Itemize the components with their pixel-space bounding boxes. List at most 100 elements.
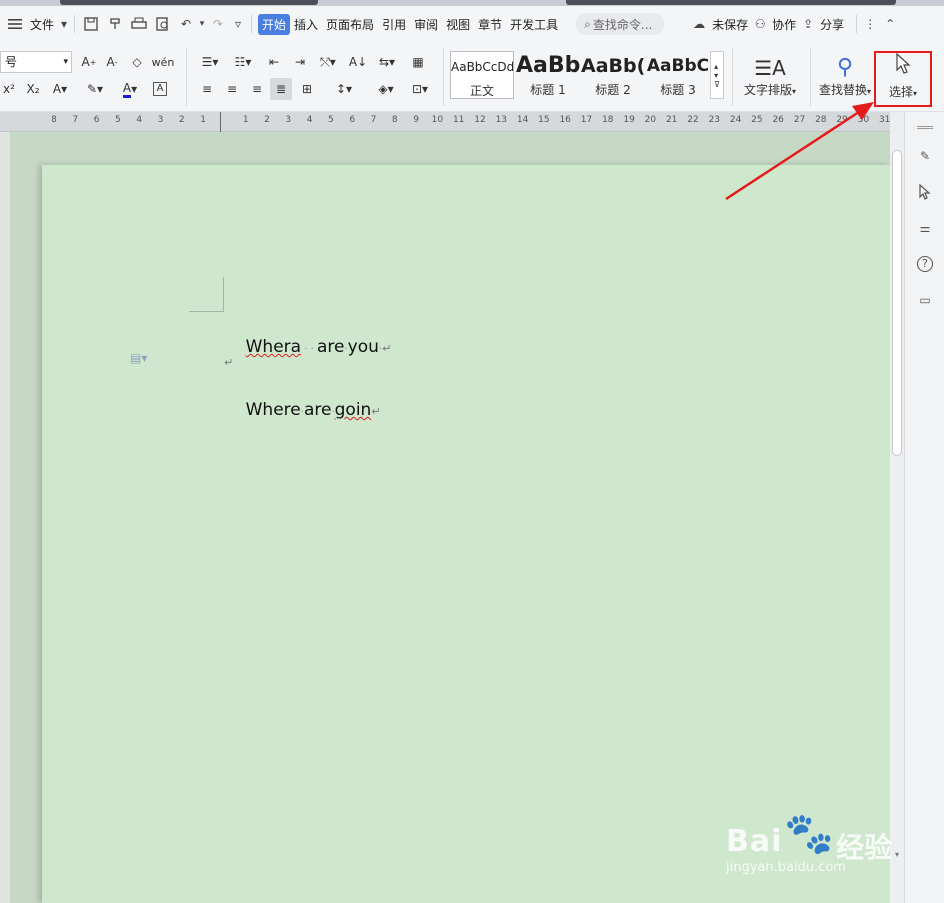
undo-icon[interactable]: ↶ bbox=[175, 13, 197, 35]
ruler-tick: 27 bbox=[793, 115, 806, 125]
undo-dropdown-icon[interactable]: ▾ bbox=[197, 13, 207, 35]
pen-icon[interactable]: ✎ bbox=[915, 146, 935, 166]
tab-insert[interactable]: 插入 bbox=[290, 16, 322, 33]
ruler-tick: 30 bbox=[857, 115, 870, 125]
find-replace-label: 查找替换 bbox=[818, 82, 867, 97]
document-line-1[interactable]: Whera · · are·you·↵ bbox=[224, 317, 392, 377]
right-sidebar: ✎ ⚌ ? ▭ bbox=[904, 112, 944, 903]
show-marks-icon[interactable]: ⇆▾ bbox=[373, 51, 401, 73]
tab-view[interactable]: 视图 bbox=[442, 16, 474, 33]
horizontal-ruler[interactable]: 8 7 6 5 4 3 2 1 1 2 3 4 5 6 7 8 9 10 11 12 13 14 15 16 17 18 19 20 2… bbox=[0, 112, 890, 132]
grow-font-icon[interactable]: A + bbox=[78, 51, 100, 73]
borders-icon[interactable]: ⊡▾ bbox=[405, 78, 435, 100]
hamburger-menu-icon[interactable] bbox=[4, 13, 26, 35]
search-icon: ⌕ bbox=[584, 16, 591, 31]
collapse-ribbon-icon[interactable]: ⌃ bbox=[879, 13, 901, 35]
styles-scroll[interactable]: ▴ ▾ ⊽ bbox=[710, 51, 724, 99]
justify-icon[interactable]: ≣ bbox=[270, 78, 292, 100]
tab-references[interactable]: 引用 bbox=[378, 16, 410, 33]
unsaved-status[interactable]: 未保存 bbox=[708, 16, 752, 33]
ruler-tick: 6 bbox=[93, 115, 100, 125]
sort-icon[interactable]: A↓ bbox=[347, 51, 369, 73]
print-preview-icon[interactable] bbox=[151, 13, 175, 35]
ruler-tick: 10 bbox=[431, 115, 444, 125]
ruler-tick: 31 bbox=[878, 115, 891, 125]
collaborate-icon: ⚇ bbox=[754, 17, 766, 31]
text-layout-button[interactable]: ☰A 文字排版▾ bbox=[738, 50, 802, 102]
ruler-tick: 22 bbox=[687, 115, 699, 125]
style-normal[interactable]: AaBbCcDd 正文 bbox=[450, 51, 514, 99]
misspelled-word[interactable]: Whera bbox=[246, 337, 301, 357]
highlight-color-icon[interactable]: ✎▾ bbox=[81, 78, 109, 100]
document-page[interactable]: ▤▾ Whera · · are·you·↵ ↵ Where·are·goin↵ bbox=[42, 165, 890, 903]
scrollbar-thumb[interactable] bbox=[892, 150, 902, 456]
ruler-tick: 5 bbox=[115, 115, 121, 125]
ruler-tick: 4 bbox=[136, 115, 143, 125]
bullet-list-icon[interactable]: ☰▾ bbox=[196, 51, 224, 73]
ruler-tick: 6 bbox=[349, 115, 356, 125]
shading-icon[interactable]: ◈▾ bbox=[372, 78, 400, 100]
ruler-tick: 16 bbox=[559, 115, 571, 125]
superscript-icon[interactable]: x² bbox=[0, 78, 18, 100]
format-painter-icon[interactable] bbox=[103, 13, 127, 35]
increase-indent-icon[interactable]: ⇥ bbox=[289, 51, 311, 73]
align-left-icon[interactable]: ≡ bbox=[196, 78, 218, 100]
tab-developer[interactable]: 开发工具 bbox=[506, 16, 562, 33]
font-color-icon[interactable]: A ▾ bbox=[115, 78, 145, 100]
empty-paragraph[interactable]: ↵ bbox=[224, 351, 233, 371]
ruler-tick: 7 bbox=[370, 115, 377, 125]
command-search[interactable]: ⌕ 查找命令... bbox=[576, 13, 665, 35]
tab-home[interactable]: 开始 bbox=[258, 13, 291, 35]
ruler-tick: 9 bbox=[413, 115, 419, 125]
find-replace-button[interactable]: ⚲ 查找替换▾ bbox=[816, 50, 874, 102]
shrink-font-icon[interactable]: A- bbox=[101, 51, 123, 73]
ruler-tick: 3 bbox=[157, 115, 164, 125]
ruler-tick: 28 bbox=[815, 115, 827, 125]
redo-icon[interactable]: ↷ bbox=[207, 13, 229, 35]
style-heading-1[interactable]: AaBb 标题 1 bbox=[516, 51, 580, 99]
share-button[interactable]: 分享 bbox=[816, 16, 848, 33]
tab-chapter[interactable]: 章节 bbox=[474, 16, 506, 33]
ruler-tick: 17 bbox=[580, 115, 593, 125]
ruler-tick: 7 bbox=[72, 115, 79, 125]
char-border-icon[interactable]: A bbox=[150, 78, 170, 100]
help-icon[interactable]: ? bbox=[915, 254, 935, 274]
archive-icon[interactable]: ▭ bbox=[915, 290, 935, 310]
collaborate-button[interactable]: 协作 bbox=[768, 16, 800, 33]
decrease-indent-icon[interactable]: ⇤ bbox=[263, 51, 285, 73]
chinese-layout-icon[interactable]: ⤲▾ bbox=[314, 51, 342, 73]
font-size-select[interactable]: 号 ▾ bbox=[0, 51, 72, 73]
document-line-3[interactable]: Where·are·goin↵ bbox=[224, 380, 381, 440]
ruler-tick: 24 bbox=[729, 115, 742, 125]
table-icon[interactable]: ▦ bbox=[407, 51, 429, 73]
sliders-icon[interactable]: ⚌ bbox=[915, 218, 935, 238]
print-icon[interactable] bbox=[127, 13, 151, 35]
tab-review[interactable]: 审阅 bbox=[410, 16, 442, 33]
distributed-align-icon[interactable]: ⊞ bbox=[296, 78, 318, 100]
subscript-icon[interactable]: X₂ bbox=[22, 78, 44, 100]
file-menu[interactable]: 文件 bbox=[26, 16, 58, 33]
tab-page-layout[interactable]: 页面布局 bbox=[322, 16, 378, 33]
align-center-icon[interactable]: ≡ bbox=[221, 78, 243, 100]
text-effect-icon[interactable]: A▾ bbox=[47, 78, 73, 100]
ruler-tick: 3 bbox=[285, 115, 292, 125]
align-right-icon[interactable]: ≡ bbox=[246, 78, 268, 100]
line-spacing-icon[interactable]: ↕▾ bbox=[330, 78, 358, 100]
select-pointer-icon[interactable] bbox=[915, 182, 935, 202]
paw-icon: 🐾 bbox=[784, 811, 834, 857]
style-name: 正文 bbox=[469, 84, 494, 98]
ruler-tick: 19 bbox=[623, 115, 635, 125]
style-heading-3[interactable]: AaBbC 标题 3 bbox=[646, 51, 710, 99]
misspelled-word[interactable]: goin bbox=[335, 400, 372, 420]
phonetic-guide-icon[interactable]: wén bbox=[151, 51, 175, 73]
chevron-down-icon[interactable]: ▾ bbox=[58, 13, 70, 35]
numbered-list-icon[interactable]: ☷▾ bbox=[229, 51, 257, 73]
paragraph-handle-icon[interactable]: ▤▾ bbox=[130, 351, 147, 365]
quick-access-dropdown-icon[interactable]: ▿ bbox=[229, 13, 247, 35]
save-icon[interactable] bbox=[79, 13, 103, 35]
text-layout-icon: ☰A bbox=[754, 55, 786, 80]
style-heading-2[interactable]: AaBb( 标题 2 bbox=[581, 51, 645, 99]
indent-marker-icon[interactable] bbox=[220, 112, 228, 132]
clear-format-icon[interactable]: ◇ bbox=[126, 51, 148, 73]
more-options-icon[interactable]: ⋮ bbox=[861, 13, 879, 35]
